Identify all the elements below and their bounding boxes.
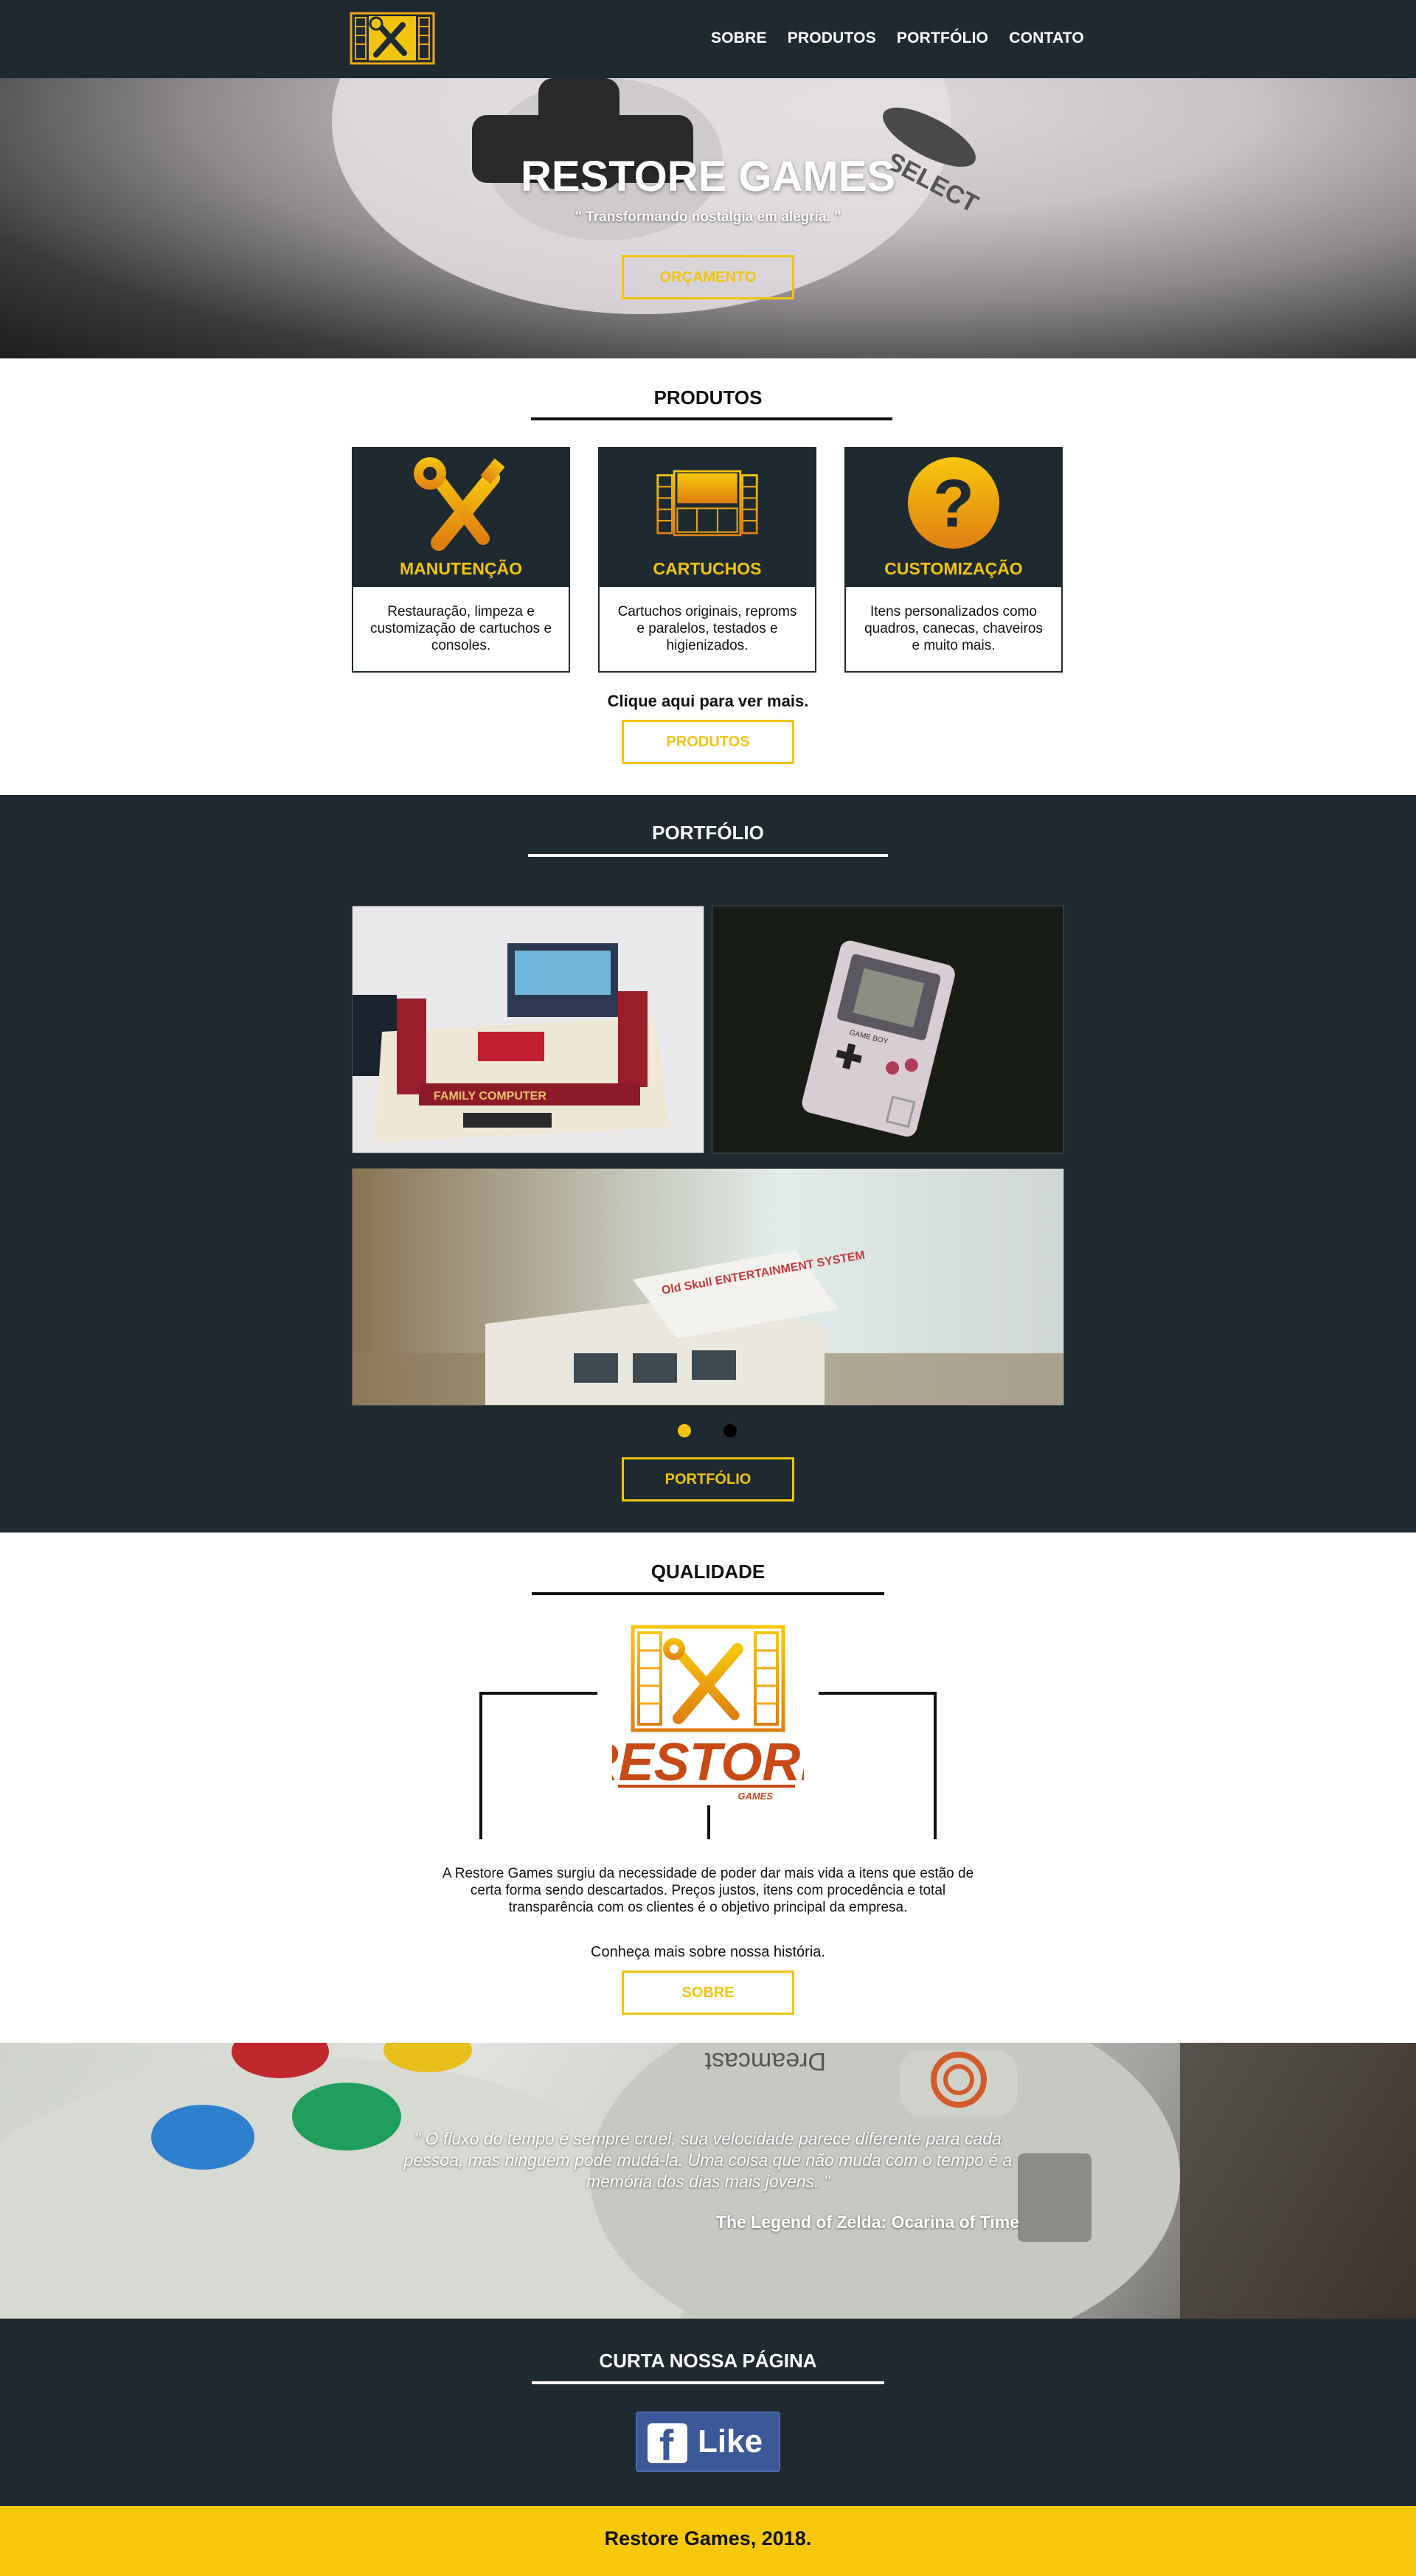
facebook-rule [532, 2381, 884, 2384]
card-description: Restauração, limpeza e customização de c… [369, 604, 552, 653]
hero-banner: SELECT RESTORE GAMES " Transformando nos… [0, 78, 1416, 358]
logo-sub: GAMES [738, 1791, 773, 1802]
famicom-label: FAMILY COMPUTER [434, 1090, 546, 1103]
produtos-title: PRODUTOS [653, 386, 763, 409]
portfolio-section: PORTFÓLIO FAMILY COMPUTER GAME BOY Old S… [0, 795, 1416, 1532]
footer: Restore Games, 2018. [0, 2506, 1416, 2576]
product-card-customizacao[interactable]: ? CUSTOMIZAÇÃO Itens personalizados como… [844, 447, 1063, 673]
restore-games-logo[interactable] [350, 10, 435, 66]
portfolio-title: PORTFÓLIO [652, 822, 764, 844]
card-description: Itens personalizados como quadros, canec… [864, 604, 1043, 653]
facebook-title: CURTA NOSSA PÁGINA [599, 2350, 817, 2372]
logo-word: RESTORE [612, 1733, 804, 1792]
top-navbar: SOBRE PRODUTOS PORTFÓLIO CONTATO [0, 0, 1416, 78]
cartridge-icon [656, 470, 758, 537]
qualidade-text: A Restore Games surgiu da necessidade de… [442, 1866, 974, 1915]
qualidade-rule [532, 1592, 884, 1595]
svg-text:?: ? [933, 466, 974, 541]
produtos-more-text: Clique aqui para ver mais. [607, 692, 809, 710]
facebook-icon: f [648, 2423, 687, 2469]
card-header: ? CUSTOMIZAÇÃO [846, 448, 1061, 587]
produtos-rule [531, 417, 892, 420]
portfolio-photo-gameboy[interactable]: GAME BOY [712, 906, 1064, 1153]
facebook-section: CURTA NOSSA PÁGINA f Like [0, 2319, 1416, 2506]
carousel-dot-2[interactable] [723, 1424, 737, 1437]
facebook-like-button[interactable]: f Like [636, 2412, 780, 2472]
page: SOBRE PRODUTOS PORTFÓLIO CONTATO SELECT … [0, 0, 1416, 2576]
orcamento-button[interactable]: ORÇAMENTO [622, 255, 794, 299]
produtos-button[interactable]: PRODUTOS [622, 720, 794, 764]
card-title: MANUTENÇÃO [399, 559, 523, 578]
quote-banner: Dreamcast " O fluxo do tempo é sempre cr… [0, 2043, 1416, 2319]
product-card-manutencao[interactable]: MANUTENÇÃO Restauração, limpeza e custom… [352, 447, 570, 673]
portfolio-photo-raspberry[interactable]: Old Skull ENTERTAINMENT SYSTEM [352, 1168, 1064, 1406]
nav-sobre[interactable]: SOBRE [711, 29, 767, 47]
card-title: CARTUCHOS [653, 559, 762, 578]
portfolio-rule [528, 854, 888, 857]
hero-tagline: " Transformando nostalgia em alegria. " [575, 209, 841, 225]
quote-author: The Legend of Zelda: Ocarina of Time [715, 2212, 1019, 2232]
tools-icon [414, 457, 505, 551]
portfolio-button[interactable]: PORTFÓLIO [622, 1457, 794, 1501]
card-header: CARTUCHOS [600, 448, 815, 587]
question-icon: ? [908, 457, 999, 549]
quote-text: " O fluxo do tempo é sempre cruel, sua v… [403, 2129, 1013, 2191]
famicom-image: FAMILY COMPUTER [353, 906, 704, 1153]
card-title: CUSTOMIZAÇÃO [884, 559, 1023, 578]
raspberry-case-image: Old Skull ENTERTAINMENT SYSTEM [353, 1169, 1063, 1405]
nav-produtos[interactable]: PRODUTOS [788, 29, 876, 47]
carousel-dot-1[interactable] [678, 1424, 691, 1437]
gameboy-image: GAME BOY [712, 906, 1063, 1153]
sobre-button[interactable]: SOBRE [622, 1971, 794, 2015]
nav-menu: SOBRE PRODUTOS PORTFÓLIO CONTATO [711, 29, 1084, 47]
hero-title: RESTORE GAMES [520, 153, 896, 201]
qualidade-more-text: Conheça mais sobre nossa história. [591, 1944, 825, 1960]
portfolio-photo-famicom[interactable]: FAMILY COMPUTER [352, 906, 704, 1153]
nav-contato[interactable]: CONTATO [1009, 29, 1084, 47]
like-label: Like [698, 2423, 763, 2459]
card-header: MANUTENÇÃO [353, 448, 569, 587]
footer-copyright: Restore Games, 2018. [604, 2527, 812, 2549]
qualidade-title: QUALIDADE [650, 1560, 766, 1583]
product-card-cartuchos[interactable]: CARTUCHOS Cartuchos originais, reproms e… [598, 447, 816, 673]
nav-portfolio[interactable]: PORTFÓLIO [897, 29, 988, 47]
restore-games-large-logo: RESTORE GAMES [612, 1625, 804, 1802]
dreamcast-label: Dreamcast [704, 2047, 826, 2075]
card-description: Cartuchos originais, reproms e paralelos… [617, 604, 797, 653]
